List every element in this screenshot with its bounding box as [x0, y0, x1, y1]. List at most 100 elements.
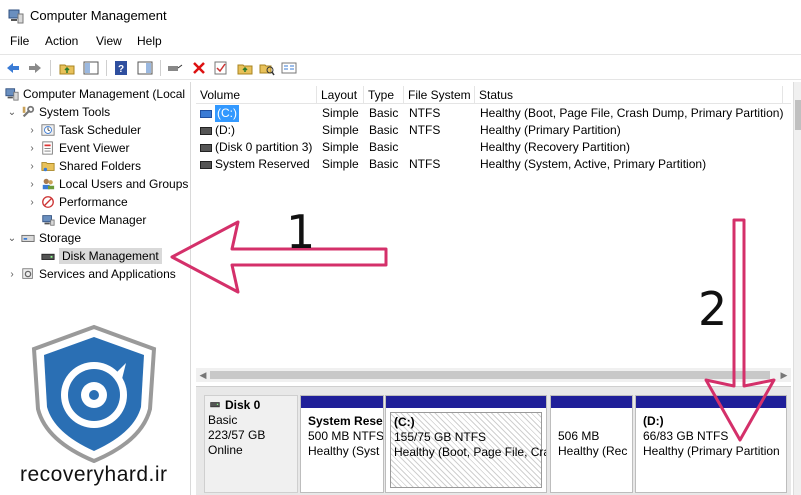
tree-item-local-users[interactable]: › Local Users and Groups [26, 175, 188, 193]
volume-icon [200, 109, 212, 118]
up-folder-icon[interactable] [58, 59, 76, 77]
volume-file-system: NTFS [409, 106, 441, 120]
properties-icon[interactable] [280, 59, 298, 77]
help-icon[interactable]: ? [112, 59, 130, 77]
tree-label: Disk Management [59, 248, 162, 264]
column-header-volume[interactable]: Volume [196, 86, 317, 104]
disk-map: Disk 0 Basic 223/57 GB Online System Res… [196, 386, 791, 495]
shared-folder-icon [40, 158, 56, 174]
volume-file-system: NTFS [409, 123, 441, 137]
volume-status: Healthy (Recovery Partition) [480, 140, 631, 154]
tree-item-storage[interactable]: ⌄ Storage [6, 229, 81, 247]
toolbar: ? [0, 54, 801, 80]
tree-label: Performance [59, 195, 128, 209]
volume-row[interactable]: (Disk 0 partition 3) Simple Basic Health… [196, 139, 791, 156]
partition-system-reserved[interactable]: System Rese 500 MB NTFS Healthy (Syst [300, 395, 384, 493]
volume-name: (Disk 0 partition 3) [215, 140, 313, 154]
volume-name-cell: (D:) [200, 122, 317, 139]
disk-icon [210, 402, 220, 408]
partition-recovery[interactable]: 506 MB Healthy (Rec [550, 395, 633, 493]
volume-type: Basic [369, 123, 399, 137]
chevron-right-icon[interactable]: › [26, 124, 38, 136]
tree-item-shared-folders[interactable]: › Shared Folders [26, 157, 141, 175]
menu-help[interactable]: Help [137, 34, 162, 48]
menu-action[interactable]: Action [45, 34, 78, 48]
scrollbar-thumb[interactable] [210, 371, 770, 379]
volume-type: Basic [369, 106, 399, 120]
tree-label: Event Viewer [59, 141, 130, 155]
chevron-right-icon[interactable]: › [26, 142, 38, 154]
tree-label: Task Scheduler [59, 123, 142, 137]
annotation-number-2: 2 [698, 282, 728, 336]
tree-item-disk-management[interactable]: Disk Management [38, 247, 162, 265]
volume-layout: Simple [322, 106, 359, 120]
chevron-right-icon[interactable]: › [26, 160, 38, 172]
disk-title: Disk 0 [208, 398, 260, 412]
chevron-down-icon[interactable]: ⌄ [6, 232, 18, 244]
column-header-status[interactable]: Status [475, 86, 783, 104]
disk-info-box[interactable]: Disk 0 Basic 223/57 GB Online [204, 395, 298, 493]
tree-item-task-scheduler[interactable]: › Task Scheduler [26, 121, 141, 139]
horizontal-scrollbar[interactable]: ◀ ▶ [196, 368, 791, 382]
partition-body: (D:) 66/83 GB NTFS Healthy (Primary Part… [640, 412, 782, 488]
volume-icon [200, 126, 212, 135]
scroll-right-icon[interactable]: ▶ [777, 368, 791, 382]
volume-name-cell: System Reserved [200, 156, 317, 173]
tree-item-services[interactable]: › Services and Applications [6, 265, 175, 283]
volume-layout: Simple [322, 157, 359, 171]
title-bar: Computer Management [0, 0, 801, 32]
partition-status: Healthy (Primary Partition [643, 444, 780, 458]
search-folder-icon[interactable] [258, 59, 276, 77]
partition-d[interactable]: (D:) 66/83 GB NTFS Healthy (Primary Part… [635, 395, 787, 493]
chevron-right-icon[interactable]: › [6, 268, 18, 280]
disk-management-icon [40, 248, 56, 264]
disk-size: 223/57 GB [208, 428, 266, 442]
connect-icon[interactable] [166, 59, 184, 77]
tree-item-system-tools[interactable]: ⌄ System Tools [6, 103, 110, 121]
tree-label: Computer Management (Local [23, 87, 186, 101]
chevron-right-icon[interactable]: › [26, 178, 38, 190]
volume-row[interactable]: (C:) Simple Basic NTFS Healthy (Boot, Pa… [196, 105, 791, 122]
menu-file[interactable]: File [10, 34, 29, 48]
forward-arrow-icon[interactable] [26, 59, 44, 77]
partition-size: 66/83 GB NTFS [643, 429, 729, 443]
chevron-right-icon[interactable]: › [26, 196, 38, 208]
menu-bar: File Action View Help [0, 32, 801, 52]
tree-label: Local Users and Groups [59, 177, 189, 191]
window-title: Computer Management [30, 8, 167, 23]
volume-row[interactable]: System Reserved Simple Basic NTFS Health… [196, 156, 791, 173]
back-arrow-icon[interactable] [4, 59, 22, 77]
show-hide-tree-icon[interactable] [82, 59, 100, 77]
volume-icon [200, 143, 212, 152]
check-icon[interactable] [212, 59, 230, 77]
tree-item-performance[interactable]: › Performance [26, 193, 128, 211]
tree-item-device-manager[interactable]: Device Manager [38, 211, 146, 229]
computer-management-icon [8, 8, 24, 24]
tree-item-event-viewer[interactable]: › Event Viewer [26, 139, 129, 157]
tree-item-root[interactable]: Computer Management (Local [2, 85, 185, 103]
menu-view[interactable]: View [96, 34, 122, 48]
volume-icon [200, 160, 212, 169]
volume-name-cell: (C:) [200, 105, 317, 122]
delete-icon[interactable] [190, 59, 208, 77]
users-icon [40, 176, 56, 192]
chevron-down-icon[interactable]: ⌄ [6, 106, 18, 118]
column-header-type[interactable]: Type [364, 86, 404, 104]
partition-bar [636, 396, 786, 408]
console-tree-icon[interactable] [136, 59, 154, 77]
tree-label: Shared Folders [59, 159, 142, 173]
clock-icon [40, 122, 56, 138]
column-header-file-system[interactable]: File System [404, 86, 475, 104]
column-header-layout[interactable]: Layout [317, 86, 364, 104]
tree-label: Device Manager [59, 213, 147, 227]
recoveryhard-logo: recoveryhard.ir [14, 323, 184, 495]
volume-list-header: Volume Layout Type File System Status [196, 86, 791, 104]
yellow-folder-icon[interactable] [236, 59, 254, 77]
volume-status: Healthy (System, Active, Primary Partiti… [480, 157, 707, 171]
volume-name: (C:) [215, 105, 239, 122]
vertical-scrollbar[interactable] [793, 82, 801, 495]
partition-c[interactable]: (C:) 155/75 GB NTFS Healthy (Boot, Page … [385, 395, 547, 493]
volume-row[interactable]: (D:) Simple Basic NTFS Healthy (Primary … [196, 122, 791, 139]
scroll-left-icon[interactable]: ◀ [196, 368, 210, 382]
scrollbar-thumb[interactable] [795, 100, 801, 130]
